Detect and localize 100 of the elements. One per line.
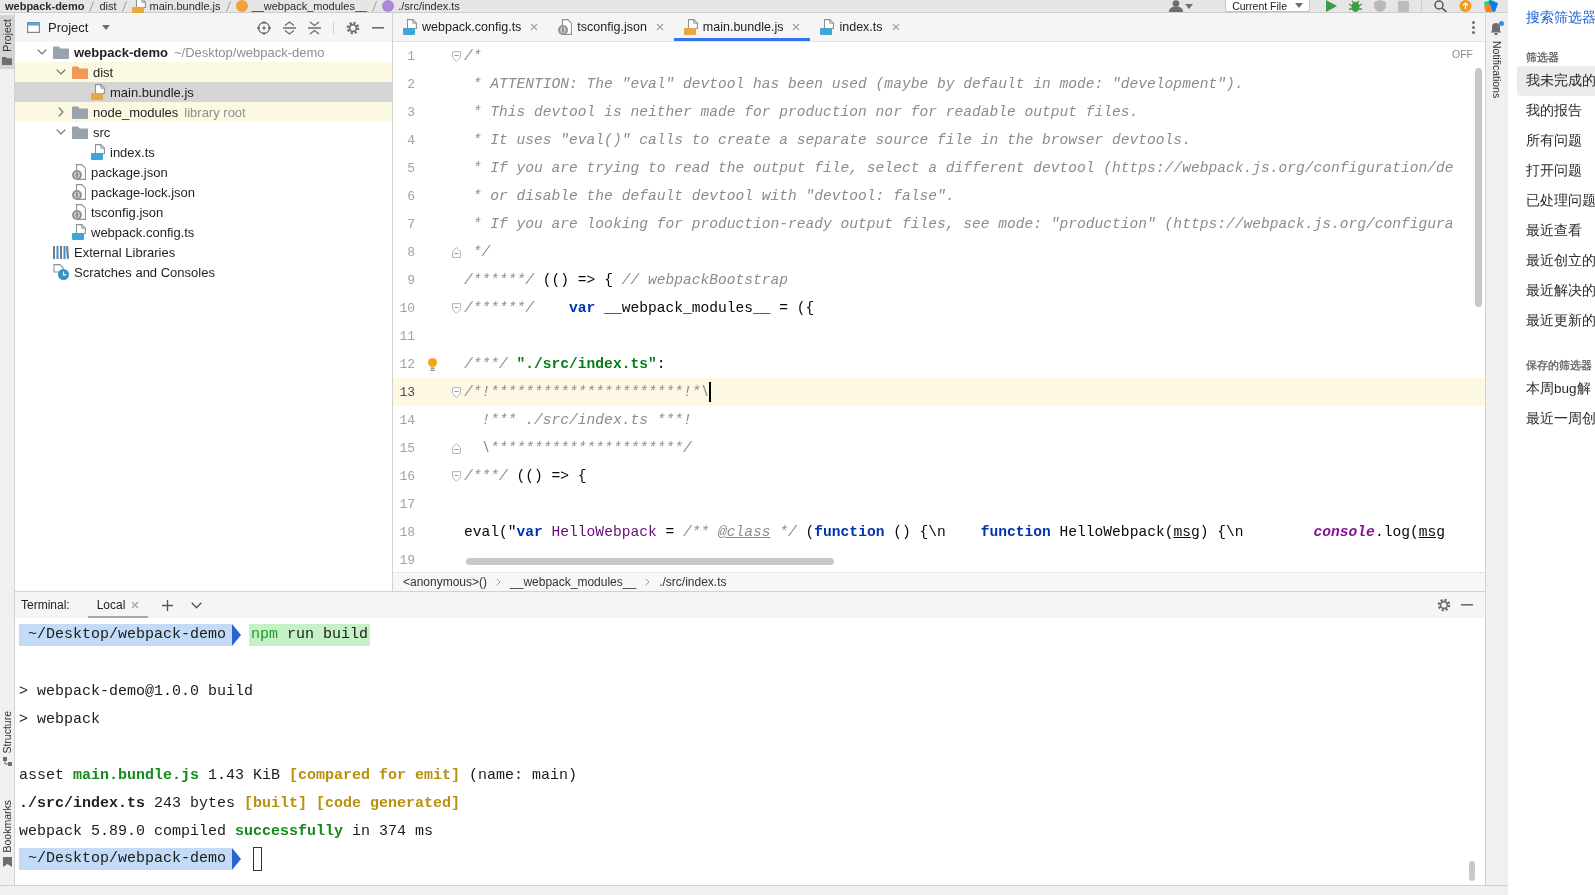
- terminal-line: ./src/index.ts 243 bytes [built] [code generated]: [19, 794, 461, 812]
- filter-item[interactable]: 打开问题: [1517, 156, 1582, 186]
- settings-icon[interactable]: [346, 20, 360, 35]
- breadcrumb-item[interactable]: dist: [99, 0, 117, 12]
- tree-item-label[interactable]: webpack.config.ts: [91, 224, 195, 240]
- fold-icon[interactable]: [451, 246, 461, 258]
- status-label[interactable]: OFF: [1452, 48, 1473, 60]
- tree-item-label[interactable]: tsconfig.json: [91, 204, 164, 220]
- highlighted-row[interactable]: node_modules library root: [15, 102, 392, 122]
- tree-item-label[interactable]: package.json: [91, 164, 168, 180]
- tree-item-label[interactable]: Scratches and Consoles: [74, 264, 215, 280]
- filter-item[interactable]: 本周bug解: [1517, 374, 1591, 404]
- breadcrumb-item[interactable]: ./src/index.ts: [659, 575, 727, 589]
- selected-row[interactable]: main.bundle.js: [15, 82, 392, 102]
- tree-item-label[interactable]: main.bundle.js: [110, 84, 194, 100]
- tree-item-label[interactable]: webpack-demo: [74, 44, 168, 60]
- search-filters-link[interactable]: 搜索筛选器: [1526, 8, 1595, 28]
- filter-item[interactable]: 我未完成的: [1517, 66, 1595, 96]
- chevron-right-icon[interactable]: [58, 107, 64, 117]
- breadcrumb-item[interactable]: __webpack_modules__: [251, 0, 368, 12]
- code-line: */: [471, 243, 491, 262]
- filter-item[interactable]: 已处理问题: [1517, 186, 1595, 216]
- text-caret: [709, 382, 712, 402]
- breadcrumb-item[interactable]: __webpack_modules__: [510, 575, 637, 589]
- tool-window-tab[interactable]: Structure: [0, 706, 14, 771]
- minimize-icon[interactable]: [372, 26, 384, 29]
- caret-icon: [1295, 3, 1303, 8]
- run-icon[interactable]: [1326, 0, 1337, 12]
- breadcrumb-item[interactable]: ./src/index.ts: [398, 0, 460, 12]
- app-logo-icon[interactable]: [1484, 0, 1498, 12]
- plus-icon: [162, 599, 174, 611]
- code-line: * It uses "eval()" calls to create a separate source file in the browser devtools.: [471, 131, 1191, 150]
- terminal-tab[interactable]: Local: [87, 592, 149, 618]
- filter-item[interactable]: 最近更新的: [1517, 306, 1595, 336]
- horizontal-scrollbar[interactable]: [466, 558, 834, 565]
- close-icon[interactable]: [655, 23, 664, 31]
- close-icon[interactable]: [530, 23, 539, 31]
- terminal-line: > webpack-demo@1.0.0 build: [19, 682, 254, 700]
- expand-all-icon[interactable]: [283, 20, 296, 35]
- bulb-icon[interactable]: [428, 357, 437, 371]
- search-icon[interactable]: [1434, 0, 1447, 12]
- tree-item-label[interactable]: External Libraries: [74, 244, 176, 260]
- filter-item[interactable]: 最近查看: [1517, 216, 1582, 246]
- editor-tab[interactable]: tsconfig.json: [548, 13, 674, 41]
- vertical-scrollbar[interactable]: [1475, 68, 1482, 307]
- collapse-all-icon[interactable]: [308, 20, 321, 35]
- filter-item[interactable]: 最近一周创: [1517, 404, 1595, 434]
- window-icon: [27, 22, 40, 33]
- tree-item-label[interactable]: src: [93, 124, 111, 140]
- editor-tab[interactable]: index.ts: [810, 13, 910, 41]
- filter-item[interactable]: 我的报告: [1517, 96, 1582, 126]
- shield-icon[interactable]: [1374, 0, 1386, 12]
- editor-tab[interactable]: webpack.config.ts: [393, 13, 549, 41]
- close-icon[interactable]: [891, 23, 900, 31]
- fold-icon[interactable]: [451, 302, 461, 314]
- user-icon[interactable]: [1169, 0, 1184, 12]
- breadcrumb-item[interactable]: <anonymous>(): [403, 575, 488, 589]
- filter-item[interactable]: 所有问题: [1517, 126, 1582, 156]
- close-icon[interactable]: [792, 23, 801, 31]
- tool-window-tab[interactable]: Project: [0, 15, 14, 69]
- breadcrumb-item[interactable]: main.bundle.js: [149, 0, 221, 12]
- structure-icon: [2, 757, 12, 767]
- update-icon[interactable]: [1459, 0, 1472, 12]
- stop-icon[interactable]: [1398, 0, 1409, 12]
- line-number: 10: [398, 300, 415, 316]
- settings-icon[interactable]: [1437, 598, 1451, 612]
- filter-item[interactable]: 最近解决的: [1517, 276, 1595, 306]
- tree-item-label[interactable]: dist: [93, 64, 114, 80]
- fold-icon[interactable]: [451, 442, 461, 454]
- close-icon[interactable]: [131, 601, 140, 609]
- line-number: 14: [398, 412, 415, 428]
- notifications-tab[interactable]: Notifications: [1490, 21, 1504, 99]
- chevron-down-icon[interactable]: [56, 69, 66, 75]
- vertical-scrollbar[interactable]: [1469, 861, 1475, 881]
- chevron-down-icon[interactable]: [56, 129, 66, 135]
- fold-icon[interactable]: [451, 386, 461, 398]
- chevron-down-icon[interactable]: [37, 49, 47, 55]
- fold-icon[interactable]: [451, 50, 461, 62]
- code-line: /***/ (() => {: [464, 467, 587, 486]
- tree-item-hint: library root: [184, 104, 246, 120]
- code-line: eval("var HelloWebpack = /** @class */ (function () {\n function HelloWebpack(msg) {\n console.log(msg: [464, 523, 1445, 542]
- fold-icon[interactable]: [451, 470, 461, 482]
- filter-item[interactable]: 最近创立的: [1517, 246, 1595, 276]
- highlighted-row[interactable]: dist: [15, 62, 392, 82]
- line-number: 4: [406, 132, 415, 148]
- project-view-dropdown[interactable]: Project: [27, 20, 111, 35]
- tree-item-label[interactable]: package-lock.json: [91, 184, 196, 200]
- minimize-icon[interactable]: [1461, 604, 1473, 606]
- caret-icon: [1185, 3, 1194, 9]
- ts-file-icon: [820, 19, 835, 35]
- tree-item-label[interactable]: index.ts: [110, 144, 155, 160]
- crosshair-icon[interactable]: [257, 20, 271, 35]
- tool-window-tab[interactable]: Bookmarks: [0, 796, 14, 871]
- tree-item-label[interactable]: node_modules: [93, 104, 179, 120]
- run-configuration-dropdown[interactable]: Current File: [1225, 0, 1310, 12]
- more-icon[interactable]: [1472, 20, 1475, 34]
- panel-title: Terminal:: [21, 598, 70, 612]
- bug-icon[interactable]: [1349, 0, 1362, 12]
- code-line: * This devtool is neither made for production nor for readable output files.: [471, 103, 1139, 122]
- breadcrumb-item[interactable]: webpack-demo: [5, 0, 85, 12]
